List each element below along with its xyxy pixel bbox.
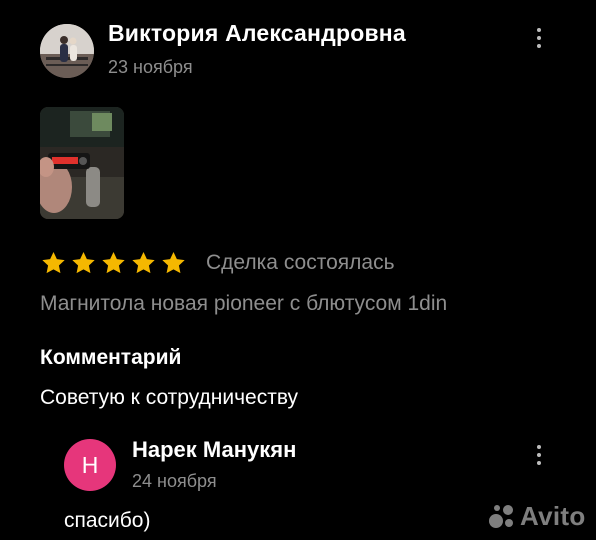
author-name[interactable]: Виктория Александровна <box>108 20 406 47</box>
review-more-options-icon[interactable] <box>527 21 551 55</box>
reply-author-name[interactable]: Нарек Манукян <box>132 437 296 463</box>
rating-stars <box>40 250 187 276</box>
car-radio-photo <box>40 107 124 219</box>
author-avatar[interactable] <box>40 24 94 78</box>
avito-logo-icon <box>489 505 513 528</box>
comment-text: Советую к сотрудничеству <box>40 386 299 409</box>
star-icon <box>102 251 125 274</box>
star-icon <box>132 251 155 274</box>
reply-more-options-icon[interactable] <box>527 438 551 472</box>
item-title[interactable]: Магнитола новая pioneer с блютусом 1din <box>40 292 447 316</box>
reply-text: спасибо) <box>64 509 151 532</box>
reply-date: 24 ноября <box>132 471 217 491</box>
reply-avatar-letter: Н <box>81 451 99 478</box>
review-date: 23 ноября <box>108 57 193 77</box>
avito-wordmark: Avito <box>520 500 586 531</box>
deal-status: Сделка состоялась <box>206 251 395 274</box>
author-avatar-photo <box>40 24 94 78</box>
comment-heading: Комментарий <box>40 346 182 369</box>
star-icon <box>42 251 65 274</box>
avito-watermark: Avito <box>488 501 586 531</box>
reply-avatar[interactable]: Н <box>64 439 116 491</box>
star-icon <box>72 251 95 274</box>
star-icon <box>162 251 185 274</box>
review-photo-thumbnail[interactable] <box>40 107 124 219</box>
